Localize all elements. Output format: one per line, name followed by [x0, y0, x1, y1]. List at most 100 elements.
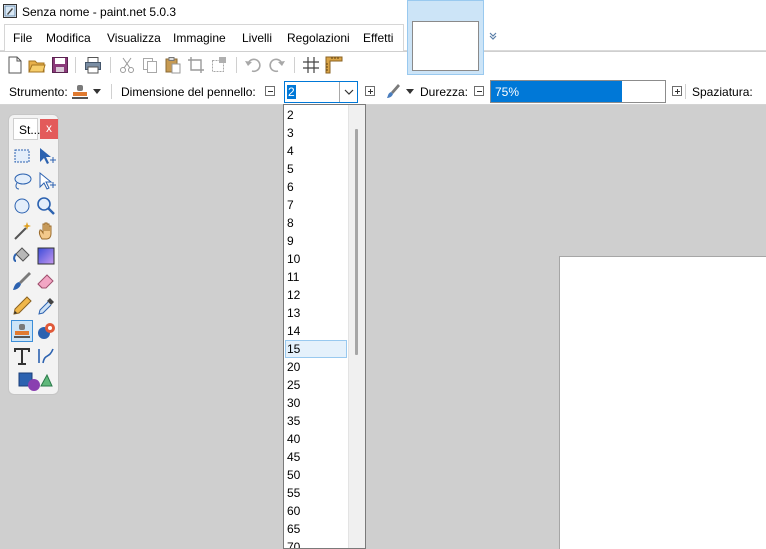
hardness-decrease-button[interactable]: [474, 86, 484, 96]
tool-dropdown-arrow-icon[interactable]: [93, 89, 101, 95]
new-icon[interactable]: [6, 56, 24, 74]
ellipse-select-icon[interactable]: [11, 195, 33, 217]
chevron-down-icon: [344, 89, 354, 95]
line-curve-icon[interactable]: [35, 345, 57, 367]
plus-icon: [368, 89, 373, 94]
menu-bar: File Modifica Visualizza Immagine Livell…: [0, 24, 766, 51]
menu-modifica[interactable]: Modifica: [46, 31, 91, 45]
rectangle-select-icon[interactable]: [11, 145, 33, 167]
brush-size-option[interactable]: 13: [285, 304, 347, 322]
brush-size-dropdown-list: 2 3 4 5 6 7 8 9 10 11 12 13 14 15 20 25 30 35 40 45 50 55 60 65…: [283, 104, 366, 549]
toolbar-separator: [236, 57, 237, 73]
brush-size-option[interactable]: 40: [285, 430, 347, 448]
brush-type-dropdown-arrow-icon[interactable]: [406, 89, 414, 95]
image-canvas[interactable]: [559, 256, 766, 549]
crop-icon[interactable]: [187, 56, 205, 74]
brush-size-option[interactable]: 2: [285, 106, 347, 124]
toolbar-separator: [110, 57, 111, 73]
cut-icon[interactable]: [118, 56, 136, 74]
brush-size-option[interactable]: 7: [285, 196, 347, 214]
brush-size-combobox[interactable]: 2: [284, 81, 358, 103]
dropdown-scrollbar[interactable]: [348, 105, 365, 548]
paint-bucket-icon[interactable]: [11, 245, 33, 267]
pan-icon[interactable]: [35, 220, 57, 242]
brush-size-option[interactable]: 3: [285, 124, 347, 142]
menu-regolazioni[interactable]: Regolazioni: [287, 31, 350, 45]
move-selection-icon[interactable]: [35, 145, 57, 167]
chevron-down-icon[interactable]: [487, 30, 499, 42]
hardness-increase-button[interactable]: [672, 86, 682, 96]
lasso-select-icon[interactable]: [11, 170, 33, 192]
spacing-label: Spaziatura:: [692, 85, 753, 99]
brush-size-option[interactable]: 5: [285, 160, 347, 178]
eraser-icon[interactable]: [35, 270, 57, 292]
menu-file[interactable]: File: [13, 31, 32, 45]
color-picker-icon[interactable]: [35, 295, 57, 317]
brush-size-option[interactable]: 30: [285, 394, 347, 412]
brush-size-decrease-button[interactable]: [265, 86, 275, 96]
dropdown-scrollbar-thumb[interactable]: [355, 129, 358, 355]
tool-label: Strumento:: [9, 85, 68, 99]
brush-size-option[interactable]: 50: [285, 466, 347, 484]
deselect-icon[interactable]: [210, 56, 228, 74]
menu-effetti[interactable]: Effetti: [363, 31, 393, 45]
brush-size-option[interactable]: 10: [285, 250, 347, 268]
clone-stamp-icon[interactable]: [71, 83, 89, 101]
brush-size-option[interactable]: 11: [285, 268, 347, 286]
main-toolbar: [0, 52, 766, 78]
brush-size-option[interactable]: 14: [285, 322, 347, 340]
brush-size-option[interactable]: 35: [285, 412, 347, 430]
brush-size-option[interactable]: 45: [285, 448, 347, 466]
magic-wand-icon[interactable]: [11, 220, 33, 242]
options-separator: [685, 84, 686, 99]
window-title: Senza nome - paint.net 5.0.3: [22, 5, 177, 19]
ruler-icon[interactable]: [325, 56, 343, 74]
paintnet-app-icon: [3, 4, 17, 18]
minus-icon: [268, 91, 273, 92]
text-icon[interactable]: [11, 345, 33, 367]
hardness-value: 75%: [495, 85, 520, 99]
brush-size-option[interactable]: 20: [285, 358, 347, 376]
undo-icon[interactable]: [244, 56, 262, 74]
copy-icon[interactable]: [141, 56, 159, 74]
grid-icon[interactable]: [302, 56, 320, 74]
brush-size-increase-button[interactable]: [365, 86, 375, 96]
brush-size-option[interactable]: 25: [285, 376, 347, 394]
brush-size-option[interactable]: 4: [285, 142, 347, 160]
gradient-icon[interactable]: [35, 245, 57, 267]
brush-size-option[interactable]: 55: [285, 484, 347, 502]
redo-icon[interactable]: [268, 56, 286, 74]
menu-livelli[interactable]: Livelli: [242, 31, 272, 45]
brush-size-option[interactable]: 9: [285, 232, 347, 250]
options-separator: [111, 84, 112, 99]
image-thumbnail-tab[interactable]: [407, 0, 484, 75]
open-icon[interactable]: [28, 56, 46, 74]
brush-size-option[interactable]: 8: [285, 214, 347, 232]
print-icon[interactable]: [84, 56, 102, 74]
tools-panel-close-button[interactable]: x: [40, 119, 58, 139]
brush-size-option[interactable]: 65: [285, 520, 347, 538]
brush-size-value[interactable]: 2: [287, 85, 296, 99]
brush-size-option[interactable]: 60: [285, 502, 347, 520]
brush-size-option[interactable]: 6: [285, 178, 347, 196]
menu-visualizza[interactable]: Visualizza: [107, 31, 161, 45]
menu-immagine[interactable]: Immagine: [173, 31, 226, 45]
brush-size-option[interactable]: 15: [285, 340, 347, 358]
paintbrush-icon[interactable]: [11, 270, 33, 292]
hardness-slider[interactable]: 75%: [490, 80, 666, 103]
save-icon[interactable]: [51, 56, 69, 74]
brush-size-option[interactable]: 12: [285, 286, 347, 304]
shapes-icon[interactable]: [17, 370, 53, 392]
zoom-icon[interactable]: [35, 195, 57, 217]
brush-size-dropdown-button[interactable]: [339, 82, 357, 102]
brush-type-icon[interactable]: [386, 83, 402, 99]
pencil-icon[interactable]: [11, 295, 33, 317]
tools-panel-title-text: St...: [19, 123, 41, 137]
recolor-icon[interactable]: [35, 320, 57, 342]
brush-size-option[interactable]: 70: [285, 538, 347, 548]
move-selected-icon[interactable]: [35, 170, 57, 192]
plus-icon: [675, 89, 680, 94]
clone-stamp-tool[interactable]: [11, 320, 33, 342]
tools-panel-title[interactable]: St...: [13, 118, 41, 140]
paste-icon[interactable]: [164, 56, 182, 74]
